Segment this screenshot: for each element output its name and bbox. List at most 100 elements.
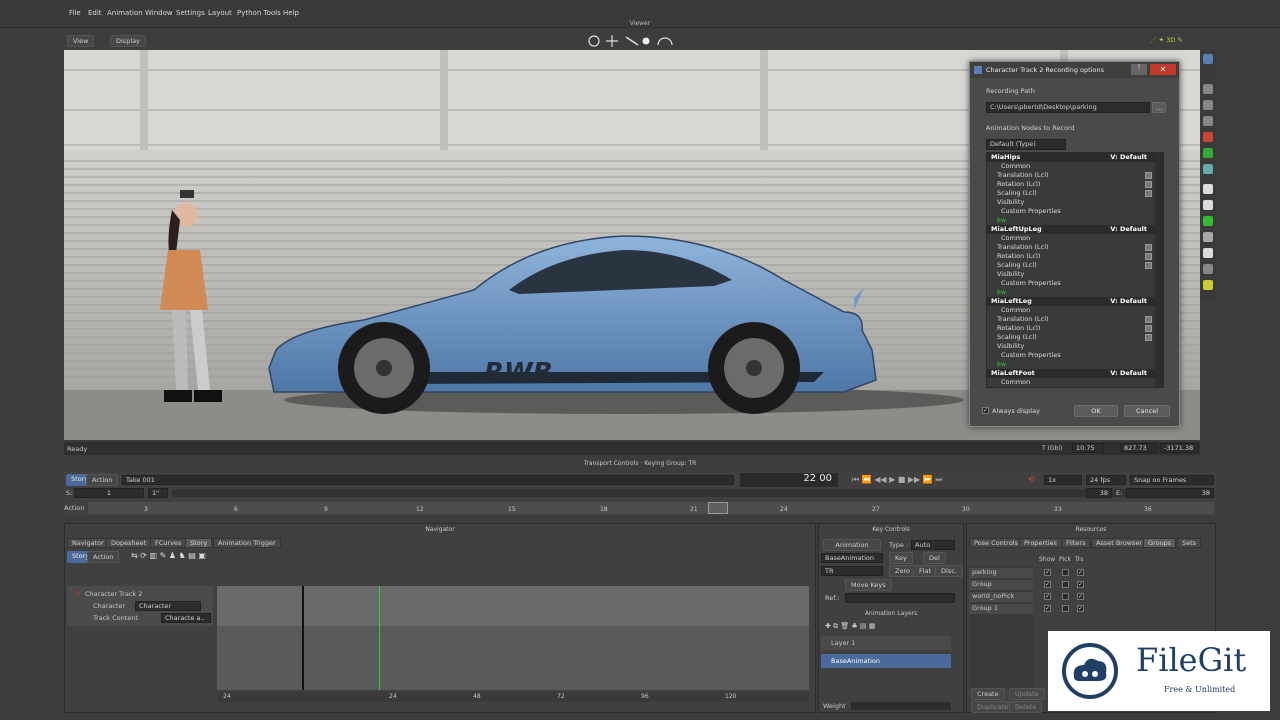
help-button[interactable]: ? <box>1131 64 1147 75</box>
menu-animation[interactable]: Animation <box>107 9 143 17</box>
sphere-icon[interactable] <box>1203 248 1213 258</box>
character-field[interactable]: Character <box>135 601 201 611</box>
group-item[interactable]: parking <box>969 568 1033 578</box>
del-button[interactable]: Del <box>923 552 946 564</box>
show-checkbox[interactable]: ✓ <box>1044 581 1051 588</box>
weight-slider[interactable] <box>851 702 951 710</box>
start-field-2[interactable]: 1" <box>148 488 168 498</box>
trs-checkbox[interactable]: ✓ <box>1077 581 1084 588</box>
create-button[interactable]: Create <box>971 688 1005 700</box>
view-mode-icon[interactable]: ⋰ ✦ 3D ✎ <box>1150 36 1183 44</box>
key-button[interactable]: Key <box>889 552 913 564</box>
pose-icon[interactable] <box>1203 148 1213 158</box>
track-header[interactable]: ♙ Character Track 2 Character Character … <box>67 586 213 626</box>
groups-list[interactable]: parking Group world_noPick Group 1 <box>969 566 1033 688</box>
menu-layout[interactable]: Layout <box>208 9 232 17</box>
node-header[interactable]: MiaLeftFoot V: Default <box>987 369 1157 378</box>
rotation-row[interactable]: Rotation (Lcl) <box>987 180 1157 189</box>
node-type-combo[interactable]: Default (Type) <box>986 139 1066 150</box>
tab-properties[interactable]: Properties <box>1019 538 1062 548</box>
show-checkbox[interactable]: ✓ <box>1044 593 1051 600</box>
track-content-field[interactable]: Characte a.. <box>161 613 211 623</box>
translation-row[interactable]: Translation (Lcl) <box>987 243 1157 252</box>
speed-field[interactable]: 1x <box>1044 475 1082 485</box>
cancel-button[interactable]: Cancel <box>1124 405 1170 417</box>
manipulator-tools[interactable] <box>584 33 684 49</box>
node-header[interactable]: MiaLeftLeg V: Default <box>987 297 1157 306</box>
story-ruler[interactable]: 24 24 48 72 96 120 <box>217 692 809 702</box>
zero-button[interactable]: Zero <box>889 565 916 577</box>
flat-button[interactable]: Flat <box>913 565 938 577</box>
range-slider[interactable] <box>172 489 1132 497</box>
start-field[interactable]: 1 <box>74 488 144 498</box>
select-icon[interactable] <box>1203 54 1213 64</box>
group-item[interactable]: Group <box>969 580 1033 590</box>
rotate-icon[interactable] <box>1203 100 1213 110</box>
group-item[interactable]: Group 1 <box>969 604 1033 614</box>
menu-file[interactable]: File <box>69 9 81 17</box>
layer-row-selected[interactable]: BaseAnimation <box>821 654 951 668</box>
pick-checkbox[interactable] <box>1062 605 1069 612</box>
z-coord-field[interactable]: -3171.38 <box>1160 443 1198 453</box>
scaling-row[interactable]: Scaling (Lcl) <box>987 261 1157 270</box>
node-header[interactable]: MiaLeftUpLeg V: Default <box>987 225 1157 234</box>
cube-icon[interactable] <box>1203 184 1213 194</box>
type-field[interactable]: Auto <box>911 540 955 550</box>
scaling-row[interactable]: Scaling (Lcl) <box>987 189 1157 198</box>
character-clip[interactable] <box>217 586 809 626</box>
tab-navigator[interactable]: Navigator <box>67 538 109 548</box>
list-scrollbar[interactable] <box>1155 153 1163 387</box>
key-icon[interactable] <box>1203 132 1213 142</box>
joint-icon[interactable] <box>1203 264 1213 274</box>
camera-icon[interactable] <box>1203 164 1213 174</box>
layer-field[interactable]: BaseAnimation <box>821 553 883 563</box>
layer-row[interactable]: Layer 1 <box>821 636 951 650</box>
loop-icon[interactable]: ⟲ <box>1028 475 1035 484</box>
take-selector[interactable]: Take 001 <box>122 475 734 485</box>
y-coord-field[interactable]: 827.73 <box>1120 443 1156 453</box>
action-toggle[interactable]: Action <box>86 474 119 486</box>
tab-animation-trigger[interactable]: Animation Trigger <box>213 538 281 548</box>
story-timeline[interactable] <box>217 586 809 690</box>
show-checkbox[interactable]: ✓ <box>1044 569 1051 576</box>
delete-button[interactable]: Delete <box>1009 701 1043 713</box>
scale-icon[interactable] <box>1203 116 1213 126</box>
rotation-row[interactable]: Rotation (Lcl) <box>987 252 1157 261</box>
browse-button[interactable]: ... <box>1152 102 1166 113</box>
kw-row[interactable]: kw <box>987 360 1157 369</box>
always-display-checkbox[interactable]: ✓ <box>982 407 989 414</box>
animation-button[interactable]: Animation <box>823 539 881 551</box>
recording-path-input[interactable]: C:\Users\pbertd\Desktop\parking <box>986 102 1150 113</box>
view-button[interactable]: View <box>67 35 95 47</box>
visibility-row[interactable]: Visibility <box>987 342 1157 351</box>
tab-asset-browser[interactable]: Asset Browser <box>1091 538 1148 548</box>
translate-icon[interactable] <box>1203 84 1213 94</box>
node-header[interactable]: MiaHips V: Default <box>987 153 1157 162</box>
curve-icon[interactable] <box>1203 216 1213 226</box>
tab-groups[interactable]: Groups <box>1143 538 1177 548</box>
sun-icon[interactable] <box>1203 280 1213 290</box>
end-field[interactable]: 38 <box>1086 488 1112 498</box>
move-keys-button[interactable]: Move Keys <box>845 579 892 591</box>
action-mode[interactable]: Action <box>87 551 120 563</box>
kw-row[interactable]: kw <box>987 288 1157 297</box>
menu-window[interactable]: Window <box>145 9 173 17</box>
box-icon[interactable] <box>1203 200 1213 210</box>
translation-row[interactable]: Translation (Lcl) <box>987 315 1157 324</box>
tab-dopesheet[interactable]: Dopesheet <box>106 538 152 548</box>
track-name[interactable]: Character Track 2 <box>85 590 142 598</box>
duplicate-button[interactable]: Duplicate <box>971 701 1014 713</box>
menu-settings[interactable]: Settings <box>176 9 205 17</box>
snap-field[interactable]: Snap on Frames <box>1130 475 1214 485</box>
translation-row[interactable]: Translation (Lcl) <box>987 171 1157 180</box>
x-coord-field[interactable]: 10.75 <box>1072 443 1104 453</box>
pick-checkbox[interactable] <box>1062 581 1069 588</box>
rotation-row[interactable]: Rotation (Lcl) <box>987 324 1157 333</box>
playhead[interactable] <box>708 502 728 514</box>
close-button[interactable]: ✕ <box>1150 64 1176 75</box>
tab-pose-controls[interactable]: Pose Controls <box>969 538 1023 548</box>
visibility-row[interactable]: Visibility <box>987 270 1157 279</box>
visibility-row[interactable]: Visibility <box>987 198 1157 207</box>
fps-field[interactable]: 24 fps <box>1086 475 1126 485</box>
menu-help[interactable]: Help <box>283 9 299 17</box>
